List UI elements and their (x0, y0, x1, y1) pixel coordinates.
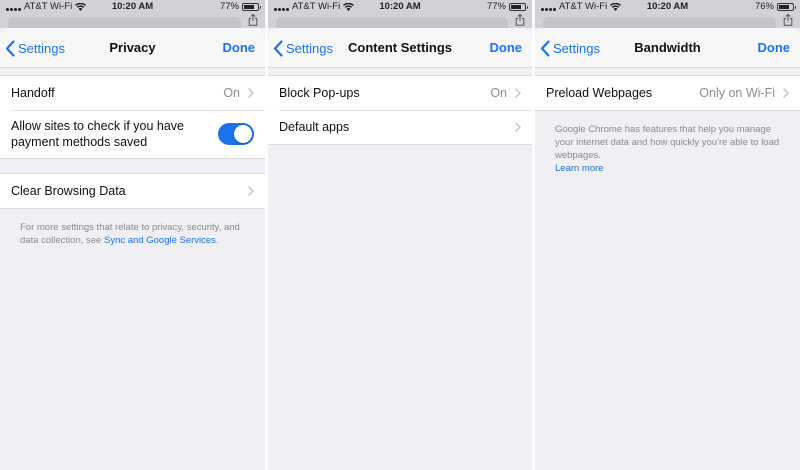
footer-text: Google Chrome has features that help you… (555, 124, 780, 161)
share-icon[interactable] (515, 14, 525, 26)
block-popups-value: On (490, 86, 507, 100)
back-label: Settings (553, 40, 600, 56)
learn-more-link[interactable]: Learn more (555, 162, 780, 175)
sync-google-services-link[interactable]: Sync and Google Services (104, 235, 216, 246)
privacy-screen: AT&T Wi-Fi 10:20 AM 77% Settings Privacy… (0, 0, 265, 470)
navigation-bar: Settings Bandwidth Done (535, 28, 800, 68)
chevron-right-icon (515, 122, 521, 132)
payment-methods-label: Allow sites to check if you have payment… (11, 119, 184, 149)
bandwidth-group: Preload Webpages Only on Wi-Fi (535, 75, 800, 111)
back-label: Settings (18, 40, 65, 56)
done-button[interactable]: Done (490, 28, 523, 68)
handoff-label: Handoff (11, 86, 55, 100)
payment-methods-row: Allow sites to check if you have payment… (0, 110, 265, 158)
battery-icon (509, 2, 528, 11)
status-bar: AT&T Wi-Fi 10:20 AM 76% (535, 0, 800, 14)
footer-suffix: . (215, 235, 219, 246)
done-button[interactable]: Done (223, 28, 256, 68)
privacy-footer: For more settings that relate to privacy… (0, 209, 265, 247)
settings-sheet: Settings Privacy Done Handoff On Allow s… (0, 28, 265, 470)
block-popups-row[interactable]: Block Pop-ups On (268, 76, 532, 110)
preload-webpages-row[interactable]: Preload Webpages Only on Wi-Fi (535, 76, 800, 110)
done-button[interactable]: Done (758, 28, 791, 68)
chevron-right-icon (248, 186, 254, 196)
block-popups-label: Block Pop-ups (279, 86, 360, 100)
battery-percent: 77% (486, 1, 506, 12)
preload-webpages-label: Preload Webpages (546, 86, 653, 100)
clear-data-group: Clear Browsing Data (0, 173, 265, 209)
share-icon[interactable] (783, 14, 793, 26)
browser-url-strip (0, 14, 265, 28)
privacy-group: Handoff On Allow sites to check if you h… (0, 75, 265, 159)
back-button[interactable]: Settings (5, 28, 65, 68)
settings-sheet: Settings Content Settings Done Block Pop… (268, 28, 532, 470)
battery-percent: 76% (754, 1, 774, 12)
back-label: Settings (286, 40, 333, 56)
default-apps-row[interactable]: Default apps (268, 110, 532, 144)
navigation-bar: Settings Content Settings Done (268, 28, 532, 68)
battery-icon (777, 2, 796, 11)
bandwidth-footer: Google Chrome has features that help you… (535, 111, 800, 175)
clear-browsing-data-label: Clear Browsing Data (11, 184, 126, 198)
handoff-value: On (223, 86, 240, 100)
back-button[interactable]: Settings (273, 28, 333, 68)
toggle-knob (234, 125, 252, 143)
chevron-right-icon (783, 88, 789, 98)
navigation-bar: Settings Privacy Done (0, 28, 265, 68)
back-button[interactable]: Settings (540, 28, 600, 68)
preload-webpages-value: Only on Wi-Fi (699, 86, 775, 100)
address-bar[interactable] (543, 17, 776, 28)
battery-percent: 77% (219, 1, 239, 12)
settings-sheet: Settings Bandwidth Done Preload Webpages… (535, 28, 800, 470)
handoff-row[interactable]: Handoff On (0, 76, 265, 110)
status-bar: AT&T Wi-Fi 10:20 AM 77% (0, 0, 265, 14)
chevron-right-icon (248, 88, 254, 98)
bandwidth-screen: AT&T Wi-Fi 10:20 AM 76% Settings Bandwid… (535, 0, 800, 470)
chevron-left-icon (273, 39, 283, 57)
chevron-right-icon (515, 88, 521, 98)
clear-browsing-data-row[interactable]: Clear Browsing Data (0, 174, 265, 208)
content-settings-group: Block Pop-ups On Default apps (268, 75, 532, 145)
chevron-left-icon (540, 39, 550, 57)
payment-methods-toggle[interactable] (218, 123, 254, 145)
browser-url-strip (268, 14, 532, 28)
address-bar[interactable] (8, 17, 241, 28)
default-apps-label: Default apps (279, 120, 350, 134)
address-bar[interactable] (276, 17, 508, 28)
status-bar: AT&T Wi-Fi 10:20 AM 77% (268, 0, 532, 14)
content-settings-screen: AT&T Wi-Fi 10:20 AM 77% Settings Content… (268, 0, 532, 470)
browser-url-strip (535, 14, 800, 28)
chevron-left-icon (5, 39, 15, 57)
battery-icon (242, 2, 261, 11)
share-icon[interactable] (248, 14, 258, 26)
